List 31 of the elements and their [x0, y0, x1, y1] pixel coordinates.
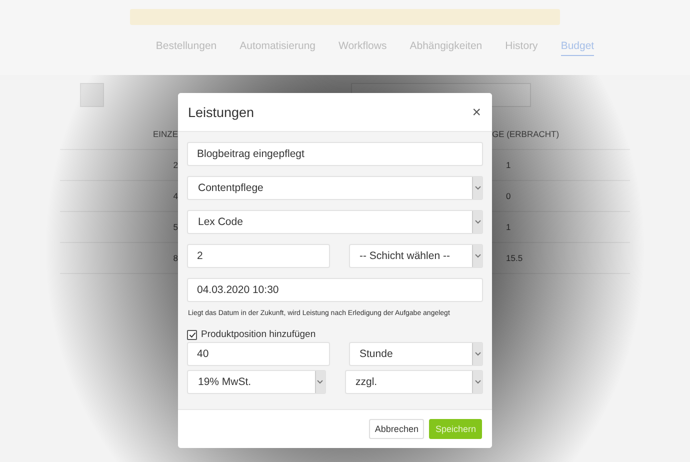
caret-icon [474, 380, 480, 384]
input-field[interactable]: 40 [187, 342, 330, 366]
checkbox-label: Produktposition hinzufügen [201, 329, 316, 340]
column-header: GE (ERBRACHT) [492, 129, 560, 139]
table-cell-text: 1 [505, 160, 511, 170]
dropdown[interactable]: Lex Code [187, 210, 483, 234]
checkbox[interactable] [187, 330, 197, 340]
caret-icon [474, 220, 480, 224]
caret-icon [474, 186, 480, 190]
input-field[interactable]: 2 [187, 244, 330, 268]
table-cell-text: 2 [172, 160, 178, 170]
table-cell-text: 0 [505, 191, 511, 201]
caret-icon [317, 380, 323, 384]
table-cell-text: 1 [505, 222, 511, 232]
close-button[interactable]: × [472, 104, 481, 120]
dialog-title: Leistungen [188, 104, 254, 120]
dropdown[interactable]: zzgl. [344, 370, 483, 394]
table-cell-text: 8 [172, 253, 178, 263]
table-cell-text: 5 [172, 222, 178, 232]
table-cell-text: 4 [172, 191, 178, 201]
dropdown[interactable]: 19% MwSt. [187, 370, 326, 394]
cancel-button[interactable]: Abbrechen [368, 419, 424, 439]
dropdown[interactable]: -- Schicht wählen -- [348, 244, 483, 268]
input-field[interactable]: Blogbeitrag eingepflegt [187, 142, 483, 166]
caret-icon [474, 254, 480, 258]
column-header: EINZE [152, 129, 178, 139]
dropdown[interactable]: Stunde [348, 342, 483, 366]
table-cell-text: 15.5 [505, 253, 523, 263]
input-field[interactable]: 04.03.2020 10:30 [187, 278, 483, 302]
dropdown[interactable]: Contentpflege [187, 176, 483, 200]
caret-icon [474, 352, 480, 356]
